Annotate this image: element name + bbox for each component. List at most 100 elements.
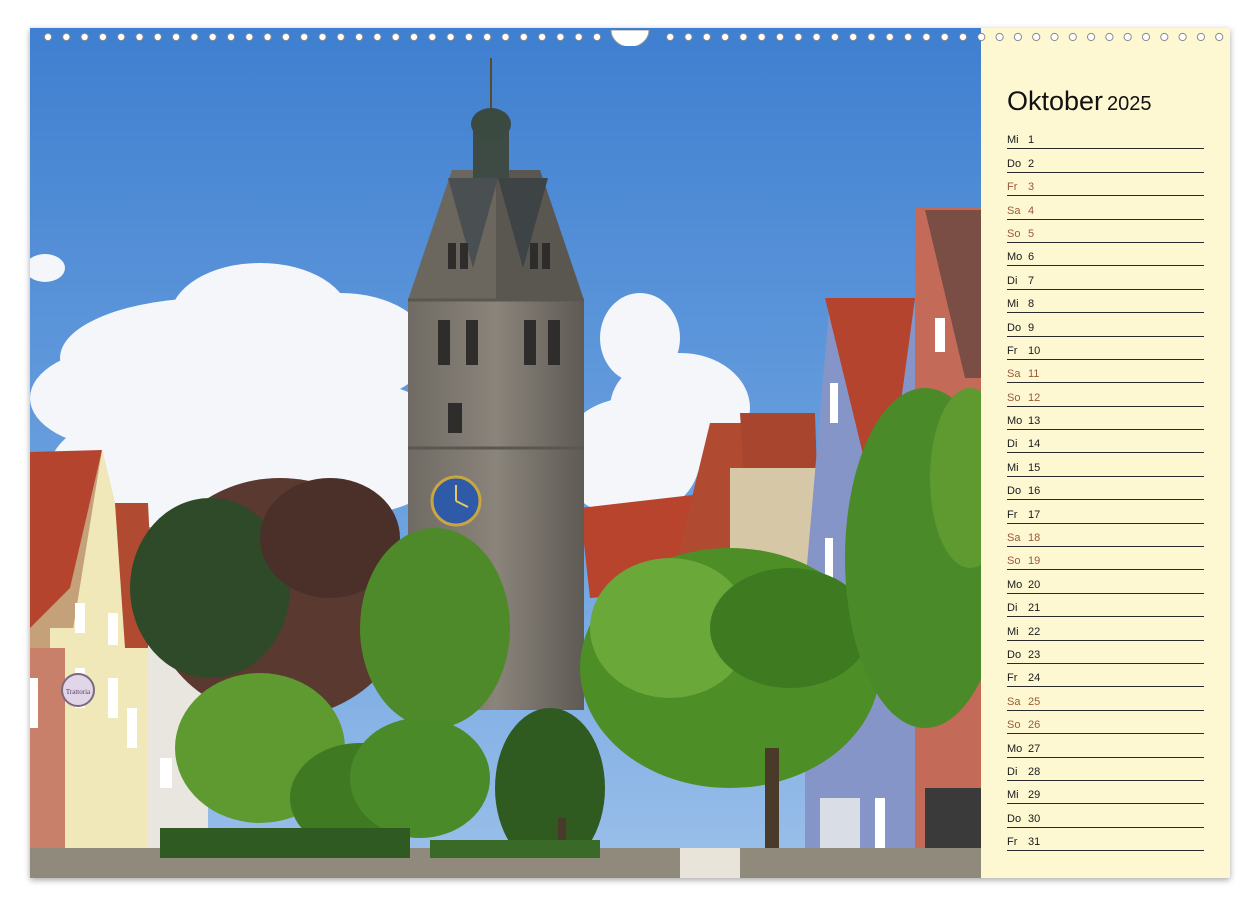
day-number: 3 (1028, 181, 1035, 194)
hedge (160, 828, 410, 858)
day-abbr: Di (1007, 438, 1018, 451)
binding-hole (300, 32, 309, 42)
binding-hole (208, 32, 217, 42)
day-number: 22 (1028, 625, 1041, 638)
day-number: 31 (1028, 836, 1041, 849)
day-abbr: Di (1007, 765, 1018, 778)
day-number: 20 (1028, 578, 1041, 591)
day-number: 29 (1028, 789, 1041, 802)
day-abbr: Do (1007, 648, 1022, 661)
month-name: Oktober (1007, 86, 1104, 116)
binding-hole (592, 32, 602, 42)
binding-hole (318, 32, 327, 42)
day-abbr: Sa (1007, 695, 1021, 708)
day-row: So 26 (1007, 711, 1204, 735)
day-row: Di 14 (1007, 430, 1204, 454)
binding-hole (794, 32, 803, 42)
binding-hole (391, 32, 400, 42)
day-abbr: Di (1007, 274, 1018, 287)
binding-hole (940, 32, 949, 42)
binding-hole (245, 32, 254, 42)
day-abbr: Sa (1007, 204, 1021, 217)
day-row: Sa 18 (1007, 524, 1204, 548)
binding-hole (1141, 32, 1151, 42)
binding-hole (62, 32, 71, 42)
day-number: 13 (1028, 415, 1041, 428)
binding-hole (1087, 32, 1096, 42)
binding-hole (885, 32, 894, 42)
day-number: 25 (1028, 695, 1041, 708)
binding-hole (830, 32, 840, 42)
binding-hole (519, 32, 528, 42)
day-abbr: Sa (1007, 368, 1021, 381)
year-label: 2025 (1107, 93, 1152, 115)
day-row: Mo 6 (1007, 243, 1204, 267)
day-number: 21 (1028, 602, 1041, 615)
binding-hole (775, 32, 785, 42)
binding-hole (995, 32, 1004, 42)
binding-hole (1013, 32, 1023, 42)
binding-hole (537, 32, 547, 42)
day-number: 18 (1028, 532, 1041, 545)
binding-hole (1160, 32, 1169, 42)
binding-hole (153, 32, 162, 42)
day-row: Sa 11 (1007, 360, 1204, 384)
binding-hole (1050, 32, 1059, 42)
day-number: 7 (1028, 274, 1035, 287)
binding-hole (1068, 32, 1077, 42)
day-number: 8 (1028, 298, 1035, 311)
day-row: So 12 (1007, 383, 1204, 407)
binding-hole (428, 32, 437, 42)
day-number: 12 (1028, 391, 1041, 404)
binding-hole (739, 32, 748, 42)
day-abbr: Do (1007, 812, 1022, 825)
day-abbr: Do (1007, 321, 1022, 334)
day-row: Fr 31 (1007, 828, 1204, 852)
day-number: 9 (1028, 321, 1035, 334)
binding-hole (464, 32, 473, 42)
day-abbr: Mi (1007, 461, 1019, 474)
town-photo: Trattoria (30, 28, 981, 878)
day-abbr: Fr (1007, 508, 1018, 521)
day-number: 19 (1028, 555, 1041, 568)
binding-hole (574, 32, 583, 42)
binding-hole (977, 32, 986, 42)
day-row: Mo 20 (1007, 570, 1204, 594)
binding-hole (281, 32, 290, 42)
day-row: Mo 27 (1007, 734, 1204, 758)
day-number: 15 (1028, 461, 1041, 474)
photo-scene: Trattoria (30, 28, 981, 878)
house-icon (680, 848, 740, 878)
binding-hole (867, 32, 876, 42)
binding-hole (922, 32, 931, 42)
day-row: Mo 13 (1007, 407, 1204, 431)
day-abbr: Do (1007, 485, 1022, 498)
day-abbr: Di (1007, 602, 1018, 615)
day-number: 30 (1028, 812, 1041, 825)
day-row: Mi 1 (1007, 126, 1204, 150)
day-row: Mi 15 (1007, 453, 1204, 477)
day-row: So 5 (1007, 220, 1204, 243)
day-number: 10 (1028, 344, 1041, 357)
binding-hole (409, 32, 419, 42)
day-abbr: Mi (1007, 134, 1019, 147)
day-number: 17 (1028, 508, 1041, 521)
month-title: Oktober 2025 (1007, 86, 1152, 117)
day-number: 1 (1028, 134, 1035, 147)
day-abbr: Mi (1007, 789, 1019, 802)
binding-hole (1178, 32, 1187, 42)
day-abbr: Fr (1007, 836, 1018, 849)
binding-hole (446, 32, 455, 42)
day-number: 6 (1028, 251, 1035, 264)
day-number: 26 (1028, 719, 1041, 732)
day-abbr: Mo (1007, 415, 1023, 428)
day-abbr: Mo (1007, 578, 1023, 591)
day-row: Sa 25 (1007, 687, 1204, 711)
day-row: Di 28 (1007, 758, 1204, 781)
day-abbr: Mo (1007, 251, 1023, 264)
day-list: Mi 1 Do 2 Fr 3 Sa 4 So 5 Mo 6 Di 7 Mi 8 Do 9 Fr 10 Sa 11 So 12 M… (1007, 126, 1204, 852)
day-row: So 19 (1007, 547, 1204, 571)
binding-hole (190, 32, 199, 42)
binding-hole (336, 32, 345, 42)
day-abbr: So (1007, 719, 1021, 732)
